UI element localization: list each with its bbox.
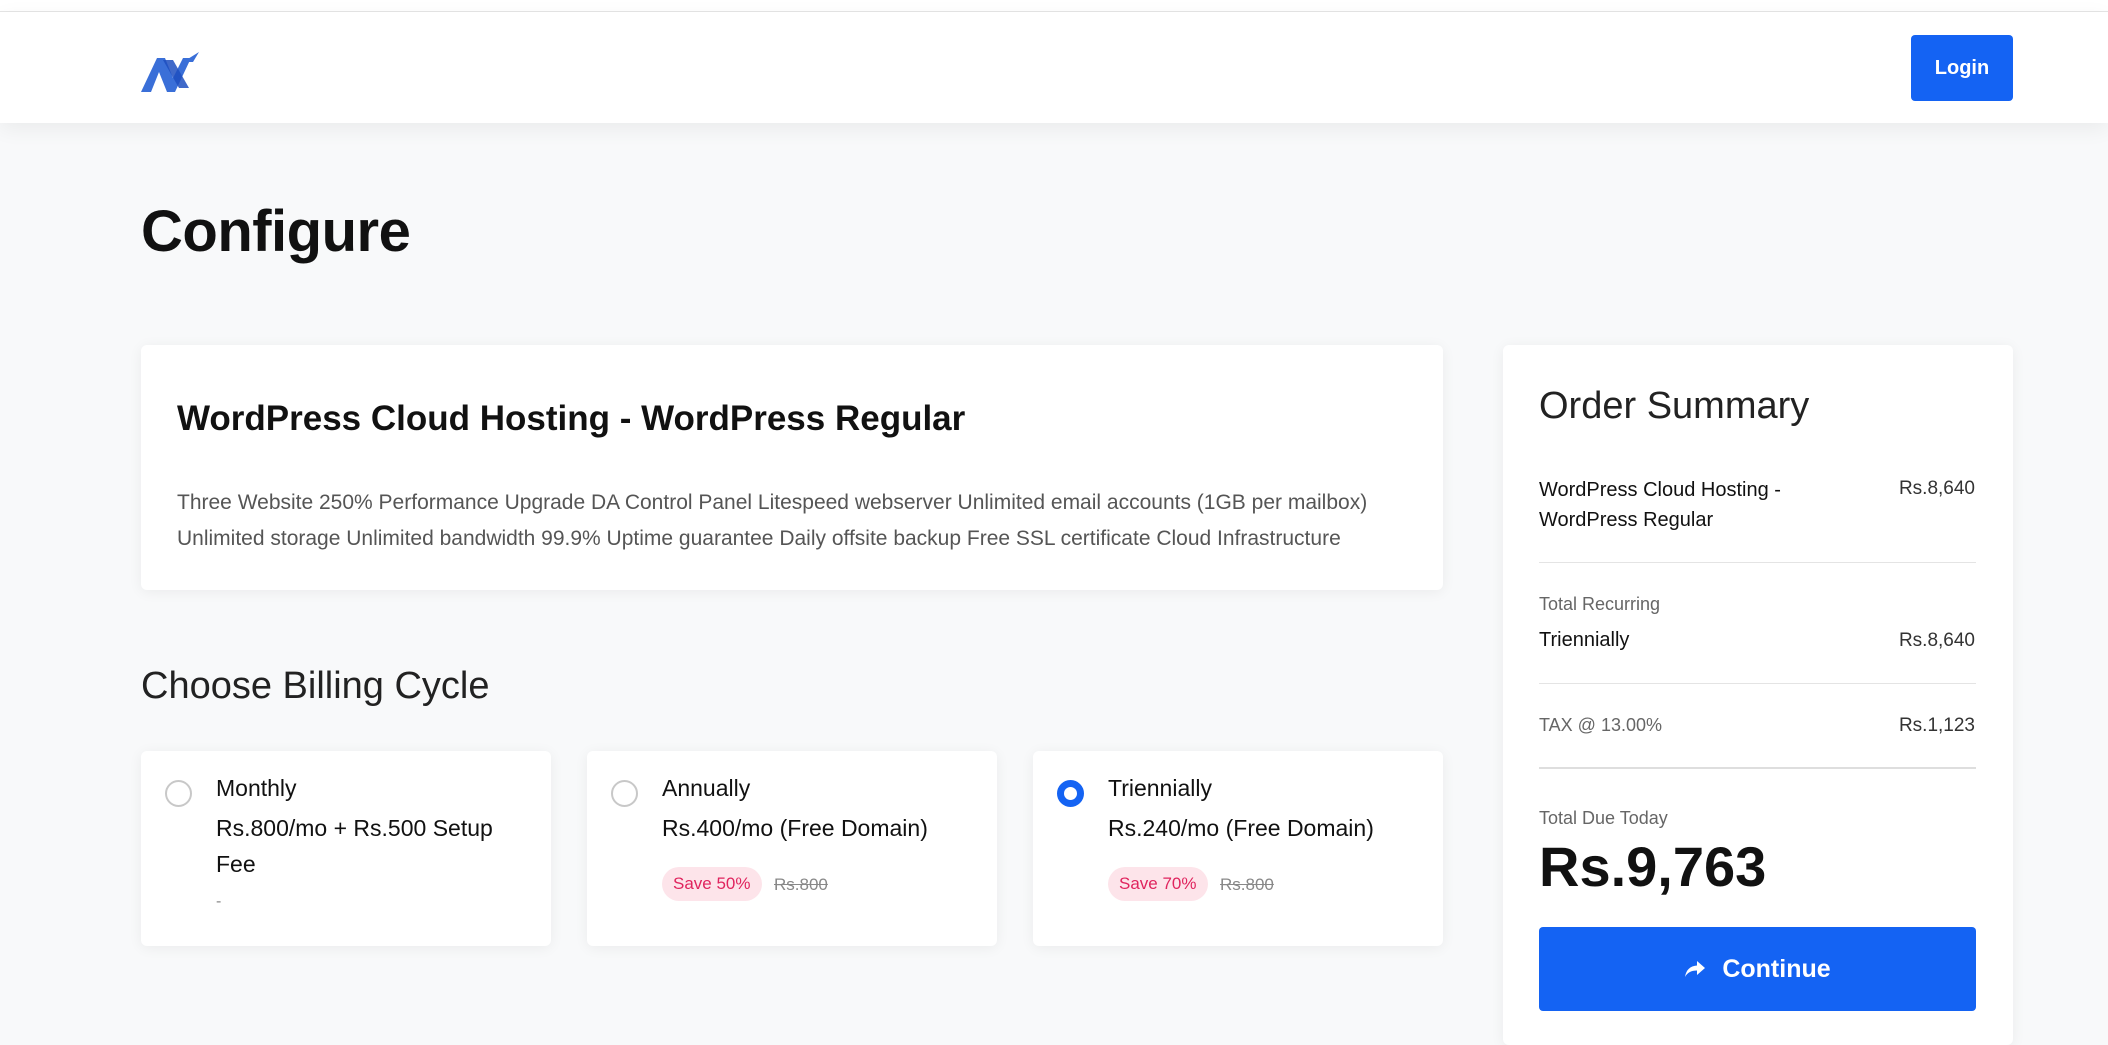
continue-button[interactable]: Continue xyxy=(1539,927,1976,1011)
radio-triennially[interactable] xyxy=(1057,780,1084,807)
old-price: Rs.800 xyxy=(774,875,828,894)
billing-option-name: Triennially xyxy=(1108,775,1212,801)
site-header: Login xyxy=(0,12,2108,123)
billing-option-name: Annually xyxy=(662,775,751,801)
save-badge: Save 70% xyxy=(1108,867,1208,901)
billing-option-price: Rs.800/mo + Rs.500 Setup Fee xyxy=(216,815,493,877)
billing-option-price: Rs.240/mo (Free Domain) xyxy=(1108,815,1374,841)
summary-divider xyxy=(1539,683,1976,684)
product-description: Three Website 250% Performance Upgrade D… xyxy=(177,491,1368,550)
billing-option-price: Rs.400/mo (Free Domain) xyxy=(662,815,928,841)
billing-option-annually[interactable]: Annually Rs.400/mo (Free Domain) Save 50… xyxy=(587,751,997,946)
login-button[interactable]: Login xyxy=(1911,35,2013,101)
total-due-label: Total Due Today xyxy=(1539,808,1668,828)
billing-option-note: - xyxy=(216,893,222,910)
summary-product-price: Rs.8,640 xyxy=(1898,478,1975,499)
tax-label: TAX @ 13.00% xyxy=(1539,715,1662,735)
order-summary-title: Order Summary xyxy=(1539,385,1810,427)
billing-option-monthly[interactable]: Monthly Rs.800/mo + Rs.500 Setup Fee - xyxy=(141,751,551,946)
old-price: Rs.800 xyxy=(1220,875,1274,894)
total-recurring-label: Total Recurring xyxy=(1539,594,1661,614)
total-due-amount: Rs.9,763 xyxy=(1539,835,1767,898)
continue-label: Continue xyxy=(1722,954,1831,983)
tax-price: Rs.1,123 xyxy=(1898,715,1975,736)
top-border xyxy=(0,0,2108,12)
recurring-price: Rs.8,640 xyxy=(1898,630,1975,651)
summary-product-name: WordPress Cloud Hosting - WordPress Regu… xyxy=(1539,479,1781,531)
order-summary-card: Order Summary WordPress Cloud Hosting - … xyxy=(1503,345,2013,1045)
brand-logo-icon[interactable] xyxy=(139,48,205,98)
page-title: Configure xyxy=(141,199,411,264)
radio-monthly[interactable] xyxy=(165,780,192,807)
share-arrow-icon xyxy=(1685,961,1706,977)
radio-annually[interactable] xyxy=(611,780,638,807)
summary-divider xyxy=(1539,562,1976,563)
summary-divider xyxy=(1539,767,1976,769)
product-name: WordPress Cloud Hosting - WordPress Regu… xyxy=(177,399,966,438)
billing-cycle-title: Choose Billing Cycle xyxy=(141,665,490,707)
product-card: WordPress Cloud Hosting - WordPress Regu… xyxy=(141,345,1443,590)
save-badge: Save 50% xyxy=(662,867,762,901)
billing-option-name: Monthly xyxy=(216,775,297,801)
recurring-cycle: Triennially xyxy=(1539,629,1630,651)
billing-option-triennially[interactable]: Triennially Rs.240/mo (Free Domain) Save… xyxy=(1033,751,1443,946)
